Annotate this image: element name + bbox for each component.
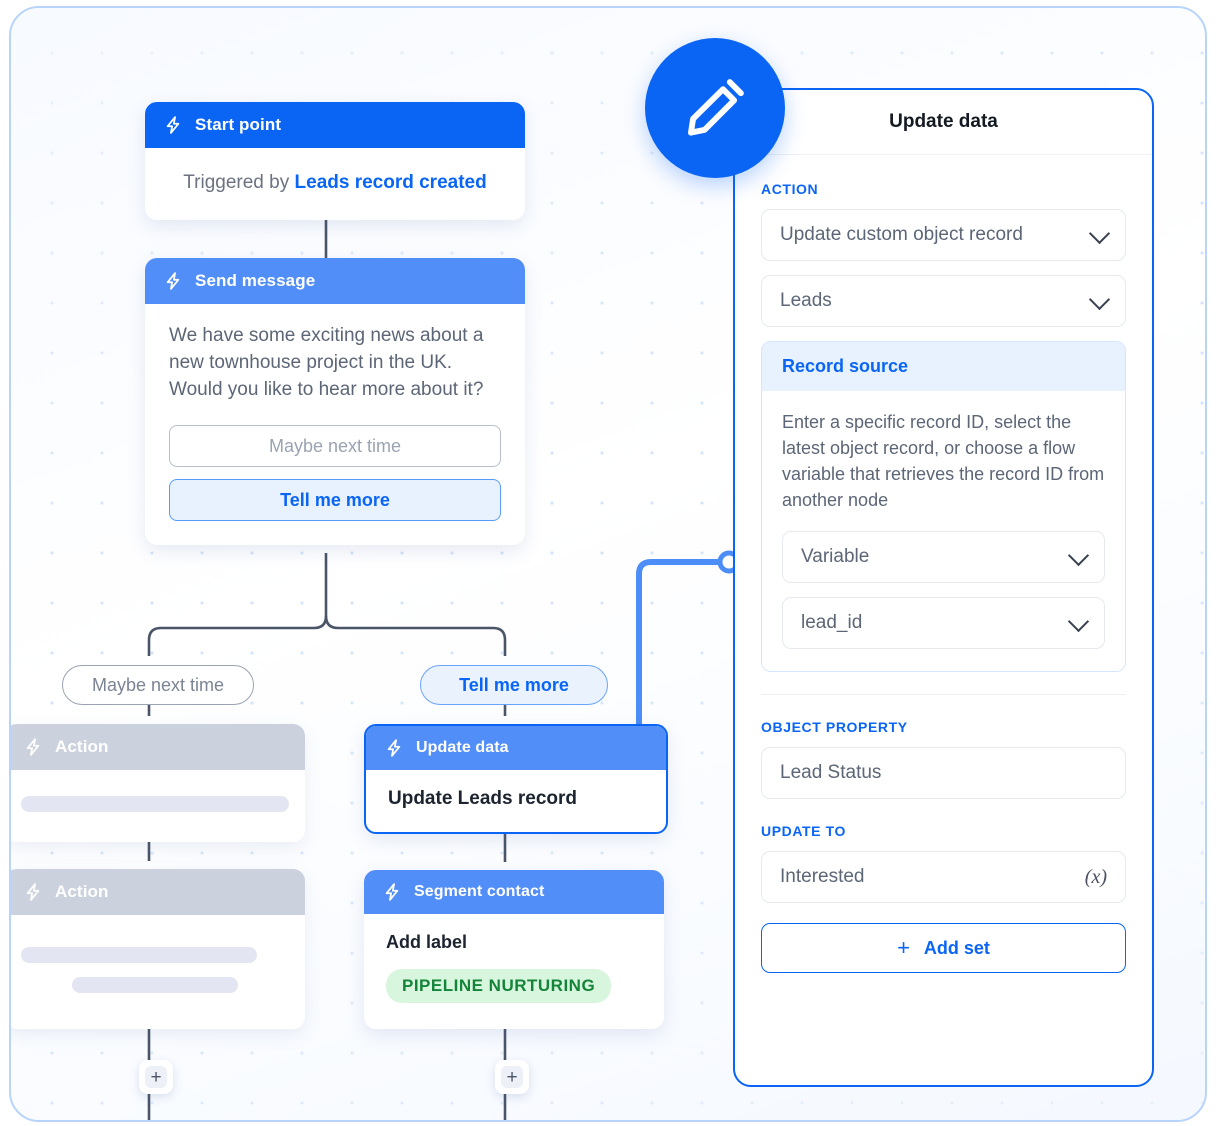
action-2-header: Action bbox=[11, 869, 305, 915]
panel-title: Update data bbox=[735, 90, 1152, 155]
bolt-icon bbox=[387, 739, 401, 757]
object-property-label: OBJECT PROPERTY bbox=[761, 719, 908, 735]
pencil-icon bbox=[688, 79, 744, 136]
update-data-title: Update data bbox=[416, 739, 509, 756]
object-property-field[interactable]: Lead Status bbox=[761, 747, 1126, 799]
add-node-button-middle[interactable]: + bbox=[495, 1060, 529, 1094]
segment-contact-title: Segment contact bbox=[414, 883, 545, 900]
bolt-icon bbox=[166, 272, 180, 290]
flow-node-send-message[interactable]: Send message We have some exciting news … bbox=[145, 258, 525, 545]
update-data-header: Update data bbox=[366, 726, 666, 770]
panel-action-section: ACTION Update custom object record Leads… bbox=[735, 155, 1152, 695]
trigger-value[interactable]: Leads record created bbox=[295, 172, 487, 193]
bolt-icon bbox=[385, 883, 399, 901]
message-text: We have some exciting news about a new t… bbox=[169, 325, 484, 400]
bolt-icon bbox=[26, 738, 40, 756]
update-data-body: Update Leads record bbox=[388, 788, 577, 809]
placeholder-bar bbox=[21, 796, 289, 812]
object-value: Leads bbox=[780, 290, 832, 311]
update-to-value: Interested bbox=[780, 866, 865, 887]
object-property-value: Lead Status bbox=[780, 762, 882, 783]
node-editor-panel: Update data ACTION Update custom object … bbox=[733, 88, 1154, 1087]
chevron-down-icon bbox=[1067, 544, 1090, 567]
send-message-header: Send message bbox=[145, 258, 525, 304]
action-1-header: Action bbox=[11, 724, 305, 770]
flow-node-segment-contact[interactable]: Segment contact Add label PIPELINE NURTU… bbox=[364, 870, 664, 1029]
add-node-button-left[interactable]: + bbox=[139, 1060, 173, 1094]
flow-node-action-2[interactable]: Action bbox=[11, 869, 305, 1029]
bolt-icon bbox=[166, 116, 180, 134]
plus-icon: + bbox=[897, 935, 910, 960]
branch-chip-maybe-next-time[interactable]: Maybe next time bbox=[62, 665, 254, 705]
action-type-value: Update custom object record bbox=[780, 224, 1023, 245]
chevron-down-icon bbox=[1067, 610, 1090, 633]
placeholder-bar bbox=[71, 977, 239, 993]
plus-icon: + bbox=[145, 1066, 167, 1088]
action-2-title: Action bbox=[55, 882, 109, 901]
segment-contact-header: Segment contact bbox=[364, 870, 664, 914]
panel-property-section: OBJECT PROPERTY Lead Status UPDATE TO In… bbox=[735, 695, 1152, 973]
placeholder-bar bbox=[21, 947, 257, 963]
update-to-label: UPDATE TO bbox=[761, 823, 846, 839]
record-source-body: Enter a specific record ID, select the l… bbox=[762, 391, 1125, 671]
send-message-title: Send message bbox=[195, 271, 316, 290]
plus-icon: + bbox=[501, 1066, 523, 1088]
object-select[interactable]: Leads bbox=[761, 275, 1126, 327]
edit-node-fab[interactable] bbox=[645, 38, 785, 178]
record-source-variable-select[interactable]: lead_id bbox=[782, 597, 1105, 649]
add-label-text: Add label bbox=[386, 932, 468, 952]
quick-reply-tell-me-more[interactable]: Tell me more bbox=[169, 479, 501, 521]
record-source-description: Enter a specific record ID, select the l… bbox=[782, 412, 1105, 510]
add-set-button[interactable]: + Add set bbox=[761, 923, 1126, 973]
start-point-body: Triggered by Leads record created bbox=[145, 148, 525, 220]
flow-node-action-1[interactable]: Action bbox=[11, 724, 305, 842]
flow-node-update-data[interactable]: Update data Update Leads record bbox=[364, 724, 668, 834]
branch-chip-tell-me-more[interactable]: Tell me more bbox=[420, 665, 608, 705]
action-2-body bbox=[11, 915, 305, 1029]
record-source-type-select[interactable]: Variable bbox=[782, 531, 1105, 583]
record-source-card: Record source Enter a specific record ID… bbox=[761, 341, 1126, 672]
send-message-body: We have some exciting news about a new t… bbox=[145, 304, 525, 545]
bolt-icon bbox=[26, 883, 40, 901]
record-source-type-value: Variable bbox=[801, 546, 870, 567]
record-source-title: Record source bbox=[762, 342, 1125, 391]
action-1-title: Action bbox=[55, 737, 109, 756]
record-source-variable-value: lead_id bbox=[801, 612, 863, 633]
segment-contact-body: Add label PIPELINE NURTURING bbox=[364, 914, 664, 1029]
add-set-label: Add set bbox=[923, 937, 990, 958]
action-type-select[interactable]: Update custom object record bbox=[761, 209, 1126, 261]
screenshot-root: Start point Triggered by Leads record cr… bbox=[0, 0, 1220, 1126]
start-point-title: Start point bbox=[195, 115, 282, 134]
chevron-down-icon bbox=[1088, 222, 1111, 245]
quick-reply-maybe-next-time[interactable]: Maybe next time bbox=[169, 425, 501, 467]
flow-builder-frame: Start point Triggered by Leads record cr… bbox=[9, 6, 1207, 1122]
start-point-header: Start point bbox=[145, 102, 525, 148]
trigger-prefix: Triggered by bbox=[183, 172, 295, 193]
action-section-label: ACTION bbox=[761, 181, 819, 197]
flow-node-start-point[interactable]: Start point Triggered by Leads record cr… bbox=[145, 102, 525, 220]
update-to-field[interactable]: Interested (x) bbox=[761, 851, 1126, 903]
action-1-body bbox=[11, 770, 305, 842]
chevron-down-icon bbox=[1088, 288, 1111, 311]
fx-variable-icon[interactable]: (x) bbox=[1085, 866, 1107, 889]
label-pill-pipeline-nurturing[interactable]: PIPELINE NURTURING bbox=[386, 969, 612, 1003]
